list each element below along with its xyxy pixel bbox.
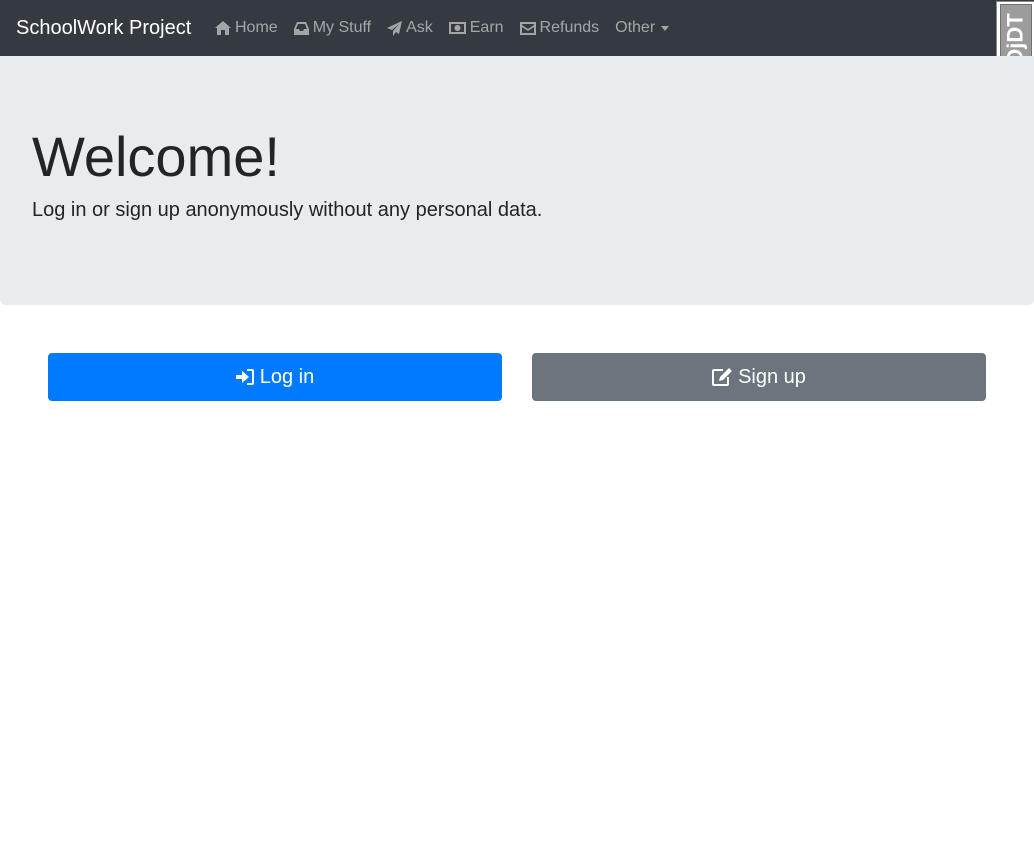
chevron-down-icon (661, 25, 670, 31)
signup-button-label: Sign up (738, 365, 806, 388)
welcome-lead-text: Log in or sign up anonymously without an… (32, 199, 543, 221)
nav-earn[interactable]: Earn (441, 0, 512, 56)
sign-in-icon (235, 369, 254, 385)
signup-button[interactable]: Sign up (532, 353, 986, 401)
home-icon (215, 21, 231, 35)
welcome-jumbotron: Welcome! Log in or sign up anonymously w… (0, 56, 1034, 305)
top-navbar: SchoolWork Project Home My Stuff Ask Ear… (0, 0, 1034, 56)
envelope-icon (519, 21, 536, 35)
nav-ask[interactable]: Ask (379, 0, 441, 56)
inbox-icon (293, 21, 309, 35)
page-title: Welcome! (32, 125, 280, 188)
nav-other-dropdown[interactable]: Other (607, 0, 677, 56)
nav-home-label: Home (235, 19, 278, 36)
nav-home[interactable]: Home (207, 0, 286, 56)
login-button-label: Log in (259, 365, 315, 388)
nav-refunds[interactable]: Refunds (512, 0, 608, 56)
nav-ask-label: Ask (406, 19, 433, 36)
nav-other-label: Other (615, 19, 656, 36)
brand-link[interactable]: SchoolWork Project (16, 16, 191, 40)
nav-refunds-label: Refunds (539, 19, 600, 36)
nav-my-stuff[interactable]: My Stuff (286, 0, 379, 56)
paper-plane-icon (387, 20, 403, 36)
nav-my-stuff-label: My Stuff (312, 19, 372, 36)
nav-links: Home My Stuff Ask Earn Refunds Other (207, 0, 677, 56)
nav-earn-label: Earn (469, 19, 504, 36)
edit-icon (712, 368, 733, 386)
login-button[interactable]: Log in (48, 353, 502, 401)
money-icon (448, 22, 466, 34)
